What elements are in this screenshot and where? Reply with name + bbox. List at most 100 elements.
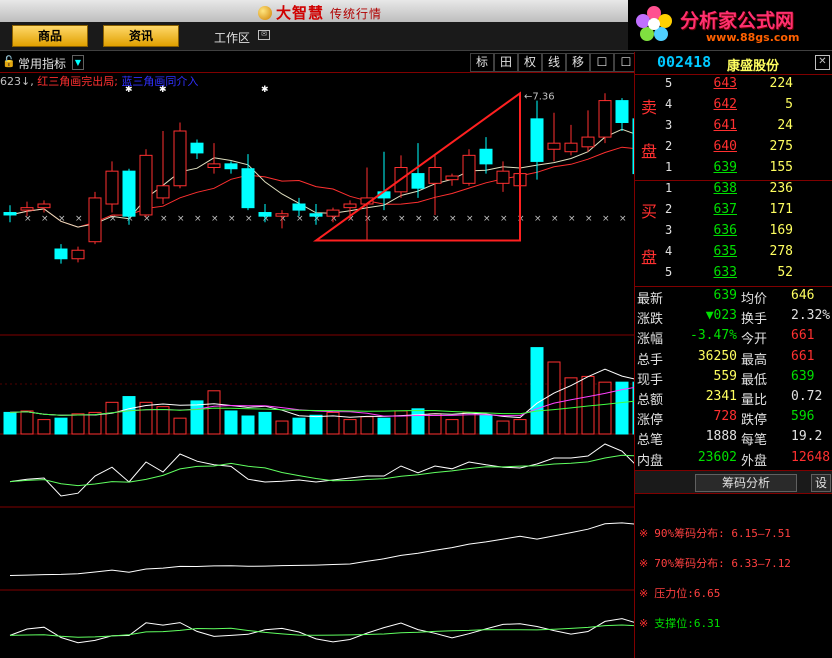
news-button[interactable]: 资讯: [103, 25, 179, 47]
bid-price[interactable]: 637: [714, 202, 737, 217]
candle-body: [37, 203, 51, 209]
stat-value: 661: [791, 328, 815, 344]
candle-body: [564, 142, 578, 153]
bid-level: 4: [665, 244, 673, 258]
ask-level: 5: [665, 76, 673, 90]
indicator-legend: 623↓, 红三角画完出局; 蓝三角画同介入: [0, 73, 198, 89]
stat-label: 外盘: [741, 453, 768, 469]
workarea-menu[interactable]: 工作区: [214, 29, 250, 46]
x-marker: ×: [211, 214, 219, 224]
bid-row[interactable]: 4 635 278: [635, 244, 832, 265]
volume-bar: [139, 401, 153, 435]
oscillator-3-line: [9, 618, 634, 644]
candle-body: [326, 209, 340, 217]
volume-bar: [71, 413, 85, 435]
x-marker: ×: [568, 214, 576, 224]
x-marker: ×: [296, 214, 304, 224]
bid-level: 1: [665, 181, 673, 195]
stat-value: 639: [713, 288, 737, 303]
stat-value: 19.2: [791, 429, 823, 445]
bid-level: 2: [665, 202, 673, 216]
volume-bar: [598, 381, 612, 435]
chip-settings-button[interactable]: 设: [811, 474, 831, 492]
window-button[interactable]: ☐: [590, 53, 614, 72]
x-marker: ×: [228, 214, 236, 224]
x-marker: ×: [381, 214, 389, 224]
x-marker: ×: [551, 214, 559, 224]
ask-price[interactable]: 643: [714, 76, 737, 91]
bid-row[interactable]: 5 633 52: [635, 265, 832, 286]
volume-bar: [122, 396, 136, 435]
volume-bar: [564, 377, 578, 435]
ask-row[interactable]: 3 641 24: [635, 118, 832, 139]
star-icon: ※: [639, 527, 649, 540]
stat-row: 涨跌 ▼023 换手 2.32%: [635, 308, 832, 329]
candle-body: [496, 170, 510, 184]
bid-price[interactable]: 636: [714, 223, 737, 238]
ask-row[interactable]: 5 643 224: [635, 76, 832, 97]
bid-row[interactable]: 2 637 171: [635, 202, 832, 223]
mail-icon[interactable]: ✉: [258, 30, 270, 40]
bid-row[interactable]: 1 638 236: [635, 181, 832, 202]
indicator-selector-label[interactable]: 常用指标: [18, 55, 66, 72]
chip-line: ※ 70%筹码分布: 6.33—7.12: [639, 555, 791, 571]
x-marker: ×: [415, 214, 423, 224]
dropdown-arrow-icon[interactable]: ▼: [72, 55, 84, 70]
candle-body: [445, 175, 459, 181]
candle-body: [343, 203, 357, 209]
stat-value: 36250: [697, 348, 737, 364]
rights-button[interactable]: 权: [518, 53, 542, 72]
candle-body: [547, 142, 561, 150]
globe-icon: [258, 6, 272, 20]
mark-button[interactable]: 标: [470, 53, 494, 72]
candle-body: [156, 185, 170, 199]
app-logo: 大智慧 传统行情: [258, 2, 382, 23]
x-marker: ×: [449, 214, 457, 224]
x-marker: ×: [398, 214, 406, 224]
candle-body: [462, 154, 476, 184]
ask-price[interactable]: 639: [714, 160, 737, 175]
x-marker: ×: [245, 214, 253, 224]
candle-body: [275, 213, 289, 217]
stat-row: 内盘 23602 外盘 12648: [635, 450, 832, 471]
ask-row[interactable]: 1 639 155: [635, 160, 832, 181]
stat-value: ▼023: [705, 308, 737, 324]
x-marker: ×: [75, 214, 83, 224]
x-marker: ×: [483, 214, 491, 224]
move-button[interactable]: 移: [566, 53, 590, 72]
stat-row: 总笔 1888 每笔 19.2: [635, 429, 832, 450]
candle-body: [54, 248, 68, 260]
bid-price[interactable]: 638: [714, 181, 737, 196]
volume-bar: [360, 416, 374, 435]
brand-url: www.88gs.com: [706, 31, 800, 44]
kline-chart[interactable]: ××××××××××××××××××××××××××××××××××××××××…: [0, 72, 634, 658]
line-button[interactable]: 线: [542, 53, 566, 72]
chip-line: ※ 压力位:6.65: [639, 585, 720, 601]
volume-bar: [377, 417, 391, 435]
ask-price[interactable]: 641: [714, 118, 737, 133]
ask-row[interactable]: 2 640 275: [635, 139, 832, 160]
volume-bar: [224, 410, 238, 435]
volume-bar: [190, 400, 204, 435]
chip-analysis-tab[interactable]: 筹码分析: [695, 474, 797, 492]
x-marker: ×: [466, 214, 474, 224]
bid-price[interactable]: 633: [714, 265, 737, 280]
bid-price[interactable]: 635: [714, 244, 737, 259]
volume-bar: [207, 390, 221, 435]
bid-row[interactable]: 3 636 169: [635, 223, 832, 244]
close-icon[interactable]: ✕: [815, 55, 830, 70]
ask-price[interactable]: 640: [714, 139, 737, 154]
ask-price[interactable]: 642: [714, 97, 737, 112]
lock-icon[interactable]: 🔓: [2, 55, 16, 68]
x-marker: ×: [364, 214, 372, 224]
ask-row[interactable]: 4 642 5: [635, 97, 832, 118]
goods-button[interactable]: 商品: [12, 25, 88, 47]
quote-panel: 002418 康盛股份 ✕ 卖 盘 买 盘 5 643 224 4 642 5 3 641 24…: [634, 52, 832, 658]
stock-code: 002418: [657, 53, 712, 71]
candle-body: [428, 167, 442, 184]
candle-body: [241, 168, 255, 209]
x-marker: ×: [500, 214, 508, 224]
volume-bar: [343, 419, 357, 435]
grid-button[interactable]: 田: [494, 53, 518, 72]
volume-bar: [20, 410, 34, 435]
